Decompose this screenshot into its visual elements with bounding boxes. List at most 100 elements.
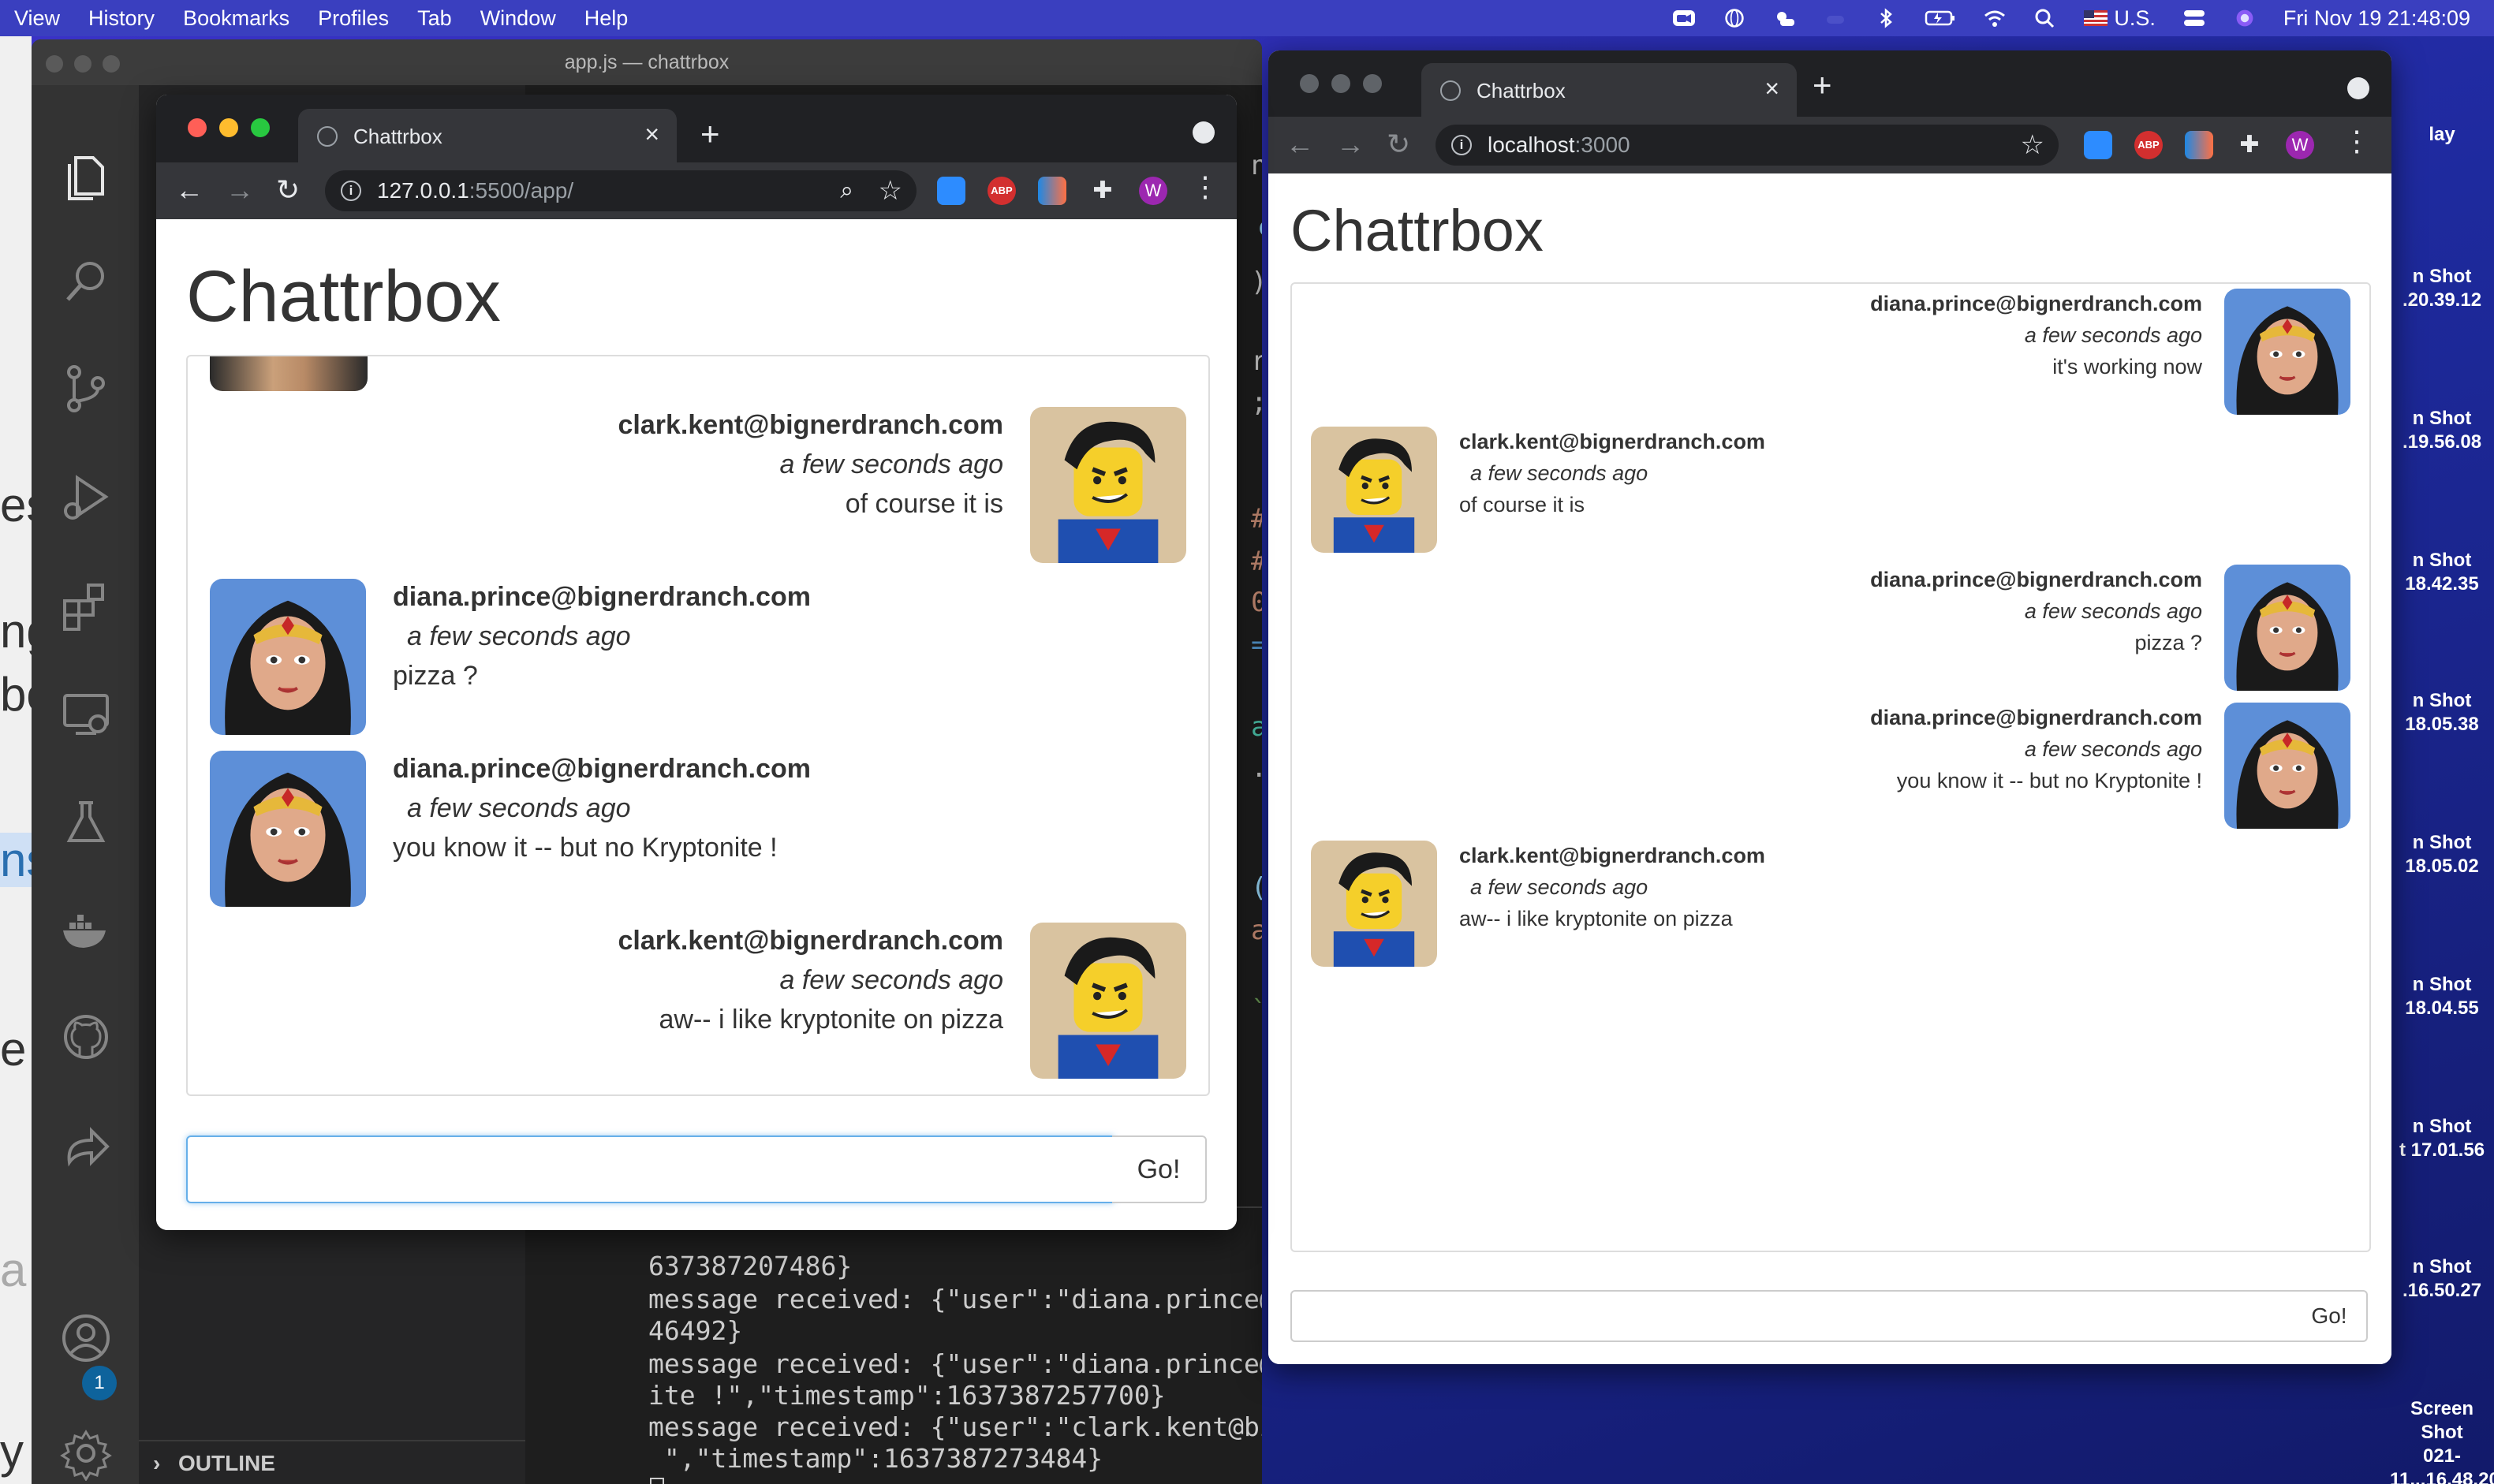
terminal-panel[interactable]: 637387207486} message received: {"user":… xyxy=(525,1206,1262,1484)
minimize-dot[interactable] xyxy=(74,55,91,73)
accounts-icon[interactable] xyxy=(58,1311,114,1366)
github-icon[interactable] xyxy=(58,1009,114,1065)
forward-button[interactable]: → xyxy=(1336,128,1365,161)
battery-icon[interactable] xyxy=(1925,8,1956,28)
address-bar[interactable]: i localhost:3000 ☆ xyxy=(1436,125,2059,166)
menu-history[interactable]: History xyxy=(74,6,169,31)
message-timestamp: a few seconds ago xyxy=(1470,875,1648,899)
code-fragment: => xyxy=(1251,629,1262,661)
spotlight-search-icon[interactable] xyxy=(2033,8,2057,28)
message-input[interactable] xyxy=(1290,1290,2294,1342)
site-info-icon[interactable]: i xyxy=(1451,135,1472,155)
tab-strip: Chattrbox × + xyxy=(1268,50,2391,117)
address-bar[interactable]: i 127.0.0.1:5500/app/ ⌕ ☆ xyxy=(325,170,917,211)
message-list[interactable]: diana.prince@bignerdranch.com a few secon… xyxy=(1290,282,2371,1252)
adblock-extension-icon[interactable]: ABP xyxy=(988,177,1016,205)
megaphone-extension-icon[interactable] xyxy=(2185,131,2213,159)
bookmark-star-icon[interactable]: ☆ xyxy=(2021,125,2044,166)
minimize-dot[interactable] xyxy=(219,118,238,137)
desktop-file[interactable]: n Shot .20.39.12 xyxy=(2390,265,2494,312)
zoom-video-icon[interactable] xyxy=(1672,8,1696,28)
profile-avatar[interactable]: W xyxy=(1139,177,1167,205)
desktop-file[interactable]: n Shot 18.05.02 xyxy=(2390,831,2494,878)
desktop-file[interactable]: n Shot 18.05.38 xyxy=(2390,689,2494,736)
settings-gear-icon[interactable] xyxy=(58,1426,114,1482)
message-timestamp: a few seconds ago xyxy=(2024,599,2202,623)
input-source[interactable]: U.S. xyxy=(2084,6,2156,31)
avatar-partial xyxy=(210,356,368,391)
adblock-extension-icon[interactable]: ABP xyxy=(2134,131,2163,159)
chrome-menu-icon[interactable]: ⋮ xyxy=(1191,170,1219,203)
go-button[interactable]: Go! xyxy=(2292,1290,2368,1342)
remote-explorer-icon[interactable] xyxy=(58,686,114,741)
close-tab-icon[interactable]: × xyxy=(1764,74,1779,103)
site-info-icon[interactable]: i xyxy=(341,181,361,201)
control-center-icon[interactable] xyxy=(2182,8,2206,28)
zoom-extension-icon[interactable] xyxy=(937,177,965,205)
tab-chattrbox[interactable]: Chattrbox × xyxy=(1421,63,1797,117)
megaphone-extension-icon[interactable] xyxy=(1038,177,1066,205)
wifi-icon[interactable] xyxy=(1983,8,2007,28)
clock[interactable]: Fri Nov 19 21:48:09 xyxy=(2283,6,2470,31)
reload-button[interactable]: ↻ xyxy=(1387,128,1410,161)
new-tab-button[interactable]: + xyxy=(700,115,720,153)
extensions-puzzle-icon[interactable]: ✚ xyxy=(2235,131,2264,159)
zoom-dot[interactable] xyxy=(1363,74,1382,93)
docker-icon[interactable] xyxy=(58,902,114,957)
new-tab-button[interactable]: + xyxy=(1813,66,1832,104)
zoom-magnifier-icon[interactable]: ⌕ xyxy=(840,170,853,211)
globe-icon[interactable] xyxy=(1723,8,1746,28)
close-tab-icon[interactable]: × xyxy=(644,120,659,149)
weather-icon[interactable] xyxy=(1773,8,1797,28)
siri-icon[interactable] xyxy=(2233,8,2257,28)
source-control-icon[interactable] xyxy=(58,361,114,416)
minimize-dot[interactable] xyxy=(1331,74,1350,93)
tab-search-icon[interactable] xyxy=(2347,77,2369,99)
chrome-menu-icon[interactable]: ⋮ xyxy=(2343,125,2371,158)
bluetooth-icon[interactable] xyxy=(1874,8,1898,28)
terminal-line: 46492} xyxy=(648,1315,743,1346)
close-dot[interactable] xyxy=(188,118,207,137)
desktop-file[interactable]: n Shot 18.42.35 xyxy=(2390,549,2494,596)
zoom-extension-icon[interactable] xyxy=(2084,131,2112,159)
desktop-file[interactable]: n Shot 18.04.55 xyxy=(2390,973,2494,1020)
message-input[interactable] xyxy=(186,1135,1114,1203)
back-button[interactable]: ← xyxy=(1286,128,1314,161)
zoom-dot[interactable] xyxy=(251,118,270,137)
back-button[interactable]: ← xyxy=(175,173,203,207)
extensions-puzzle-icon[interactable]: ✚ xyxy=(1088,177,1117,205)
menu-profiles[interactable]: Profiles xyxy=(304,6,403,31)
close-dot[interactable] xyxy=(1300,74,1319,93)
message-list[interactable]: clark.kent@bignerdranch.com a few seconds… xyxy=(186,355,1210,1096)
cloud-icon[interactable] xyxy=(1824,8,1847,28)
tab-search-icon[interactable] xyxy=(1193,121,1215,144)
live-share-icon[interactable] xyxy=(58,1118,114,1173)
desktop-file[interactable]: lay xyxy=(2390,123,2494,147)
menu-view[interactable]: View xyxy=(0,6,74,31)
menu-tab[interactable]: Tab xyxy=(403,6,466,31)
explorer-icon[interactable] xyxy=(58,148,114,203)
forward-button[interactable]: → xyxy=(226,173,254,207)
chrome-window-localhost: Chattrbox × + ← → ↻ i localhost:3000 ☆ A… xyxy=(1268,50,2391,1364)
tab-chattrbox[interactable]: Chattrbox × xyxy=(298,109,677,162)
testing-icon[interactable] xyxy=(58,795,114,850)
outline-section[interactable]: › OUTLINE xyxy=(139,1440,525,1484)
desktop-file[interactable]: n Shot .19.56.08 xyxy=(2390,407,2494,454)
reload-button[interactable]: ↻ xyxy=(276,173,300,207)
zoom-dot[interactable] xyxy=(103,55,120,73)
desktop-file[interactable]: n Shot t 17.01.56 xyxy=(2390,1115,2494,1162)
bookmark-star-icon[interactable]: ☆ xyxy=(879,170,902,211)
desktop-file[interactable]: n Shot .16.50.27 xyxy=(2390,1255,2494,1303)
go-button[interactable]: Go! xyxy=(1112,1135,1207,1203)
menu-window[interactable]: Window xyxy=(466,6,570,31)
search-icon[interactable] xyxy=(58,254,114,309)
extensions-icon[interactable] xyxy=(58,577,114,632)
chat-message: clark.kent@bignerdranch.com a few seconds… xyxy=(1292,841,2369,967)
profile-avatar[interactable]: W xyxy=(2286,131,2314,159)
message-user: diana.prince@bignerdranch.com xyxy=(1870,292,2202,315)
run-debug-icon[interactable] xyxy=(58,470,114,525)
close-dot[interactable] xyxy=(46,55,63,73)
menu-help[interactable]: Help xyxy=(570,6,643,31)
desktop-file[interactable]: Screen Shot 021-11...16.48.20 xyxy=(2390,1397,2494,1484)
menu-bookmarks[interactable]: Bookmarks xyxy=(169,6,304,31)
